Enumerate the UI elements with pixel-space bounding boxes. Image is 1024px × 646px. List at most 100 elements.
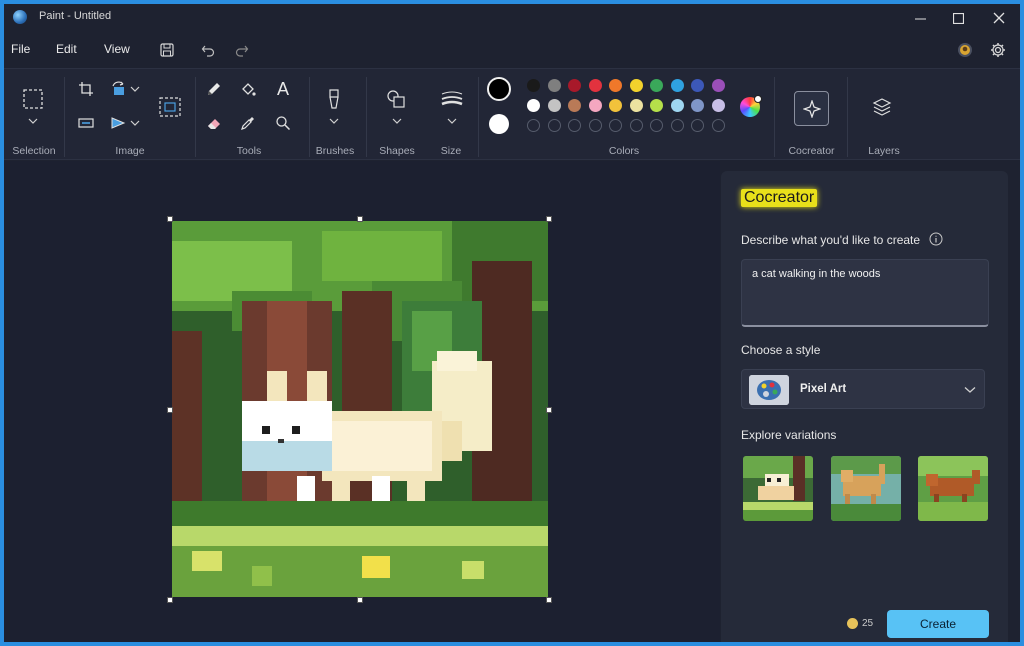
minimize-button[interactable] <box>900 7 940 29</box>
size-button[interactable] <box>440 87 464 111</box>
color-swatch[interactable] <box>527 79 540 92</box>
variation-image <box>831 456 901 521</box>
fill-button[interactable] <box>236 77 260 101</box>
save-button[interactable] <box>156 39 178 61</box>
magnifier-icon <box>276 116 291 131</box>
variation-thumbnail-2[interactable] <box>831 456 901 521</box>
color-swatch[interactable] <box>650 99 663 112</box>
magnifier-button[interactable] <box>271 111 295 135</box>
color-swatch[interactable] <box>691 99 704 112</box>
color-swatch[interactable] <box>691 79 704 92</box>
cocreator-button[interactable] <box>794 91 829 126</box>
resize-handle[interactable] <box>167 216 173 222</box>
custom-color-slot[interactable] <box>670 119 684 132</box>
color-swatch[interactable] <box>650 79 663 92</box>
flip-button[interactable] <box>107 111 131 135</box>
custom-color-slot[interactable] <box>711 119 725 132</box>
account-avatar-icon <box>958 43 972 57</box>
color-swatch[interactable] <box>670 99 684 112</box>
resize-handle[interactable] <box>357 216 363 222</box>
color-swatch[interactable] <box>588 99 602 112</box>
color-swatch[interactable] <box>629 79 643 92</box>
custom-color-slot[interactable] <box>609 119 622 132</box>
brushes-button[interactable] <box>322 87 346 111</box>
color-swatch[interactable] <box>711 99 725 112</box>
secondary-color-swatch[interactable] <box>489 114 509 134</box>
info-icon[interactable] <box>929 232 943 246</box>
eraser-button[interactable] <box>202 111 226 135</box>
custom-color-slot[interactable] <box>568 119 581 132</box>
eyedropper-icon <box>241 117 254 130</box>
color-swatch[interactable] <box>670 79 684 92</box>
chevron-down-icon[interactable] <box>392 117 402 125</box>
custom-color-slot[interactable] <box>650 119 663 132</box>
color-swatch[interactable] <box>547 79 561 92</box>
custom-color-slot[interactable] <box>547 119 561 132</box>
pencil-button[interactable] <box>202 77 226 101</box>
layers-button[interactable] <box>870 95 894 119</box>
resize-button[interactable] <box>74 111 98 135</box>
shapes-button[interactable] <box>384 87 408 111</box>
maximize-button[interactable] <box>938 7 978 29</box>
account-button[interactable] <box>954 39 976 61</box>
chevron-down-icon[interactable] <box>130 85 140 93</box>
minimize-icon <box>914 18 926 19</box>
coin-icon <box>847 618 858 629</box>
variation-thumbnail-1[interactable] <box>743 456 813 521</box>
chevron-down-icon[interactable] <box>130 119 140 127</box>
custom-color-slot[interactable] <box>527 119 540 132</box>
variation-thumbnail-3[interactable] <box>918 456 988 521</box>
window-title: Paint - Untitled <box>39 10 112 22</box>
pencil-icon <box>208 83 220 95</box>
ribbon-separator <box>195 77 196 157</box>
color-swatch[interactable] <box>527 99 540 112</box>
menu-edit[interactable]: Edit <box>56 42 77 56</box>
layers-icon <box>872 98 892 116</box>
color-swatch[interactable] <box>609 79 622 92</box>
remove-background-button[interactable] <box>158 95 182 119</box>
close-button[interactable] <box>979 7 1019 29</box>
prompt-input[interactable]: a cat walking in the woods <box>741 259 989 327</box>
color-swatch[interactable] <box>568 99 581 112</box>
color-swatch[interactable] <box>629 99 643 112</box>
pixel-art-image[interactable] <box>172 221 548 597</box>
redo-button[interactable] <box>231 39 253 61</box>
custom-color-slot[interactable] <box>629 119 643 132</box>
resize-handle[interactable] <box>546 216 552 222</box>
primary-color-swatch[interactable] <box>487 77 511 101</box>
custom-color-slot[interactable] <box>588 119 602 132</box>
menu-file[interactable]: File <box>11 42 30 56</box>
settings-button[interactable] <box>987 39 1009 61</box>
chevron-down-icon[interactable] <box>447 117 457 125</box>
undo-button[interactable] <box>197 39 219 61</box>
redo-icon <box>235 45 249 57</box>
brush-icon <box>329 89 339 109</box>
menu-view[interactable]: View <box>104 42 130 56</box>
resize-handle[interactable] <box>167 597 173 603</box>
text-icon: A <box>276 78 289 99</box>
chevron-down-icon[interactable] <box>28 117 38 125</box>
color-swatch[interactable] <box>588 79 602 92</box>
save-icon <box>160 43 174 57</box>
group-label-colors: Colors <box>608 145 640 157</box>
chevron-down-icon[interactable] <box>329 117 339 125</box>
color-swatch[interactable] <box>609 99 622 112</box>
color-swatch[interactable] <box>711 79 725 92</box>
resize-handle[interactable] <box>167 407 173 413</box>
edit-colors-button[interactable] <box>740 95 762 117</box>
text-button[interactable]: A <box>271 77 295 101</box>
resize-handle[interactable] <box>546 407 552 413</box>
ribbon-toolbar: Selection Image A Tools Brushes Shapes S… <box>4 68 1020 160</box>
crop-button[interactable] <box>74 77 98 101</box>
color-picker-button[interactable] <box>236 111 260 135</box>
resize-handle[interactable] <box>357 597 363 603</box>
color-swatch[interactable] <box>547 99 561 112</box>
rotate-button[interactable] <box>107 77 131 101</box>
resize-handle[interactable] <box>546 597 552 603</box>
selection-tool-button[interactable] <box>21 87 45 111</box>
canvas-workspace[interactable] <box>4 161 720 642</box>
color-swatch[interactable] <box>568 79 581 92</box>
custom-color-slot[interactable] <box>691 119 704 132</box>
style-dropdown[interactable]: Pixel Art <box>741 369 985 409</box>
create-button[interactable]: Create <box>887 610 989 638</box>
